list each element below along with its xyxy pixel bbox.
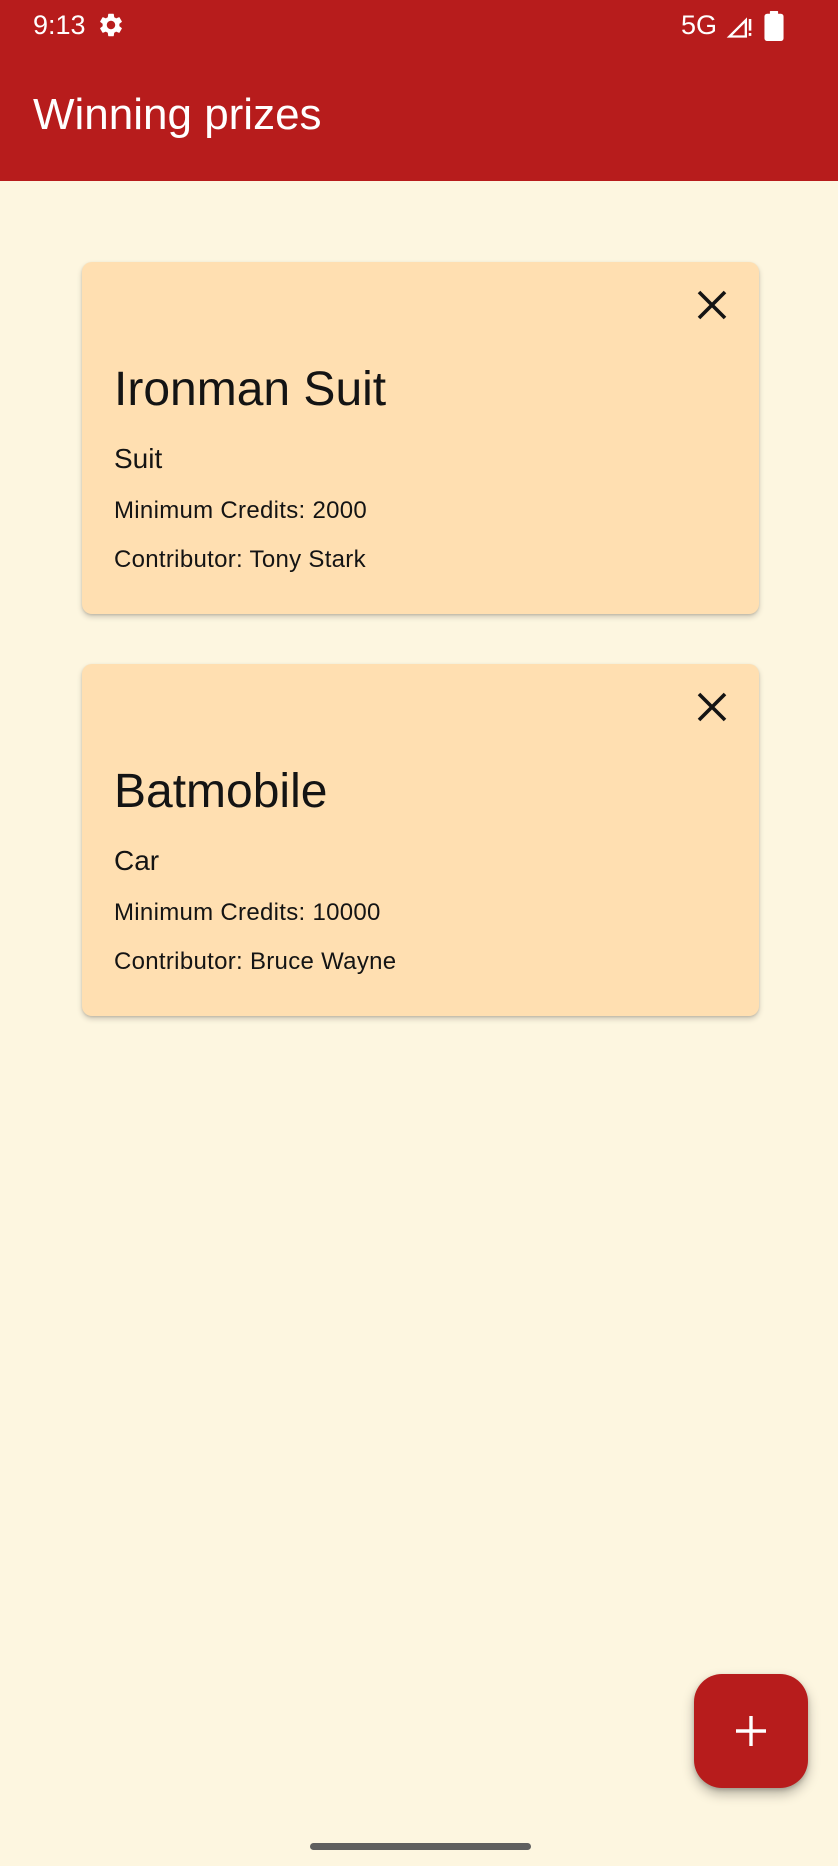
battery-icon <box>764 11 784 41</box>
prize-name: Batmobile <box>114 765 328 818</box>
prize-card[interactable]: Ironman Suit Suit Minimum Credits: 2000 … <box>82 262 759 614</box>
plus-icon <box>736 1716 766 1746</box>
status-time: 9:13 <box>33 10 86 40</box>
prize-name: Ironman Suit <box>114 363 387 416</box>
delete-prize-button[interactable] <box>687 280 737 330</box>
status-bar: 9:13 5G <box>0 0 838 50</box>
close-icon <box>697 290 727 320</box>
prize-minimum-credits: Minimum Credits: 2000 <box>114 497 368 524</box>
network-type: 5G <box>681 10 718 40</box>
close-icon <box>697 692 727 722</box>
gesture-nav-handle[interactable] <box>310 1843 531 1850</box>
gear-icon <box>100 13 122 37</box>
prize-card[interactable]: Batmobile Car Minimum Credits: 10000 Con… <box>82 664 759 1016</box>
signal-icon <box>726 17 752 38</box>
delete-prize-button[interactable] <box>687 682 737 732</box>
app-bar: Winning prizes <box>0 50 838 181</box>
page-title: Winning prizes <box>33 90 322 139</box>
prize-contributor: Contributor: Bruce Wayne <box>114 948 397 975</box>
prize-minimum-credits: Minimum Credits: 10000 <box>114 899 381 926</box>
prize-category: Suit <box>114 443 163 474</box>
add-prize-button[interactable] <box>694 1674 808 1788</box>
prize-contributor: Contributor: Tony Stark <box>114 546 366 573</box>
prize-category: Car <box>114 845 160 876</box>
